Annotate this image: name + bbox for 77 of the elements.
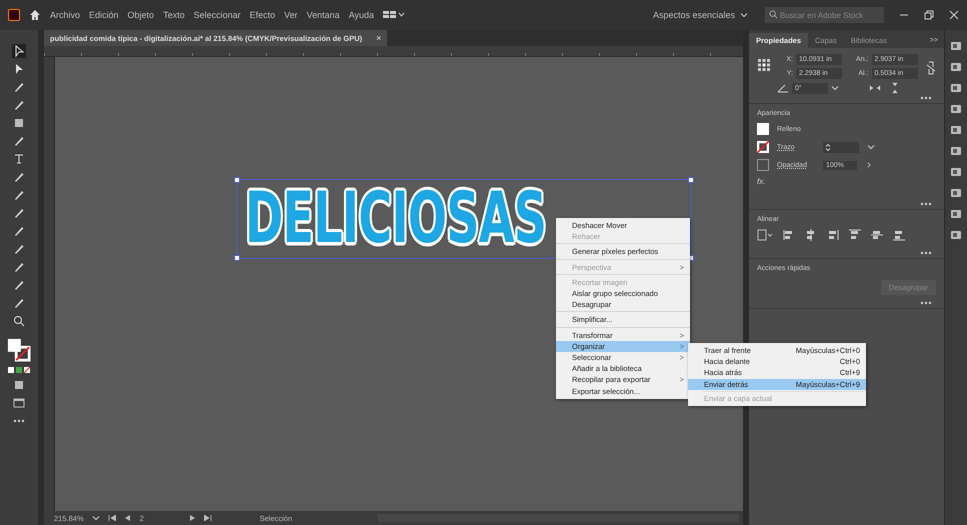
menu-item[interactable]: Ver: [284, 10, 298, 20]
menu-item[interactable]: Edición: [89, 10, 119, 20]
tool-icon[interactable]: [12, 296, 26, 310]
panel-icon[interactable]: [950, 187, 962, 199]
draw-mode-icon[interactable]: [12, 378, 26, 392]
restore-icon[interactable]: [924, 10, 934, 20]
previous-artboard-icon[interactable]: [124, 515, 132, 521]
search-icon: [765, 7, 780, 23]
menu-item[interactable]: Archivo: [50, 10, 80, 20]
workspace-dropdown[interactable]: Aspectos esenciales: [652, 10, 735, 20]
align-icon[interactable]: [805, 229, 817, 241]
workspace-switcher-icon[interactable]: [383, 10, 406, 20]
close-icon[interactable]: [949, 10, 959, 20]
reference-point-icon[interactable]: [757, 58, 771, 72]
selection-handle[interactable]: [234, 255, 240, 261]
selection-handle[interactable]: [234, 177, 240, 183]
search-field[interactable]: Buscar en Adobe Stock: [780, 7, 884, 23]
menu-item[interactable]: Ventana: [306, 10, 340, 20]
last-artboard-icon[interactable]: [204, 515, 212, 521]
align-icon[interactable]: [827, 229, 839, 241]
zoom-icon[interactable]: [12, 314, 26, 328]
more-options-icon[interactable]: [920, 96, 932, 100]
tool-icon[interactable]: [12, 188, 26, 202]
panel-icon[interactable]: [950, 61, 962, 73]
fill-swatch[interactable]: [757, 123, 769, 135]
artwork-text: DELICIOSAS: [245, 184, 546, 254]
panel-icon[interactable]: [950, 208, 962, 220]
panel-icon[interactable]: [950, 166, 962, 178]
more-options-icon[interactable]: [920, 301, 932, 305]
menu-item[interactable]: Texto: [163, 10, 185, 20]
next-artboard-icon[interactable]: [188, 515, 196, 521]
tool-icon[interactable]: [12, 260, 26, 274]
angle-icon: [777, 83, 789, 93]
selection-handle[interactable]: [688, 177, 694, 183]
panel-icon[interactable]: [950, 82, 962, 94]
first-artboard-icon[interactable]: [108, 515, 116, 521]
tool-icon[interactable]: [12, 80, 26, 94]
align-icon[interactable]: [871, 229, 883, 241]
tool-icon[interactable]: [12, 278, 26, 292]
tool-icon[interactable]: [12, 224, 26, 238]
stroke-swatch[interactable]: [757, 141, 769, 153]
tool-icon[interactable]: [12, 98, 26, 112]
fill-stroke-swatches-icon[interactable]: [7, 338, 31, 362]
tool-icon[interactable]: [12, 242, 26, 256]
stroke-weight-field[interactable]: [822, 142, 859, 152]
menu-item[interactable]: Seleccionar: [194, 10, 241, 20]
link-icon[interactable]: [926, 60, 936, 76]
type-tool-icon[interactable]: [12, 152, 26, 166]
app-logo-icon[interactable]: [8, 9, 20, 21]
more-options-icon[interactable]: [920, 251, 932, 255]
home-icon[interactable]: [29, 9, 41, 21]
opacity-icon: [757, 159, 769, 171]
align-icon[interactable]: [849, 229, 861, 241]
panel-icon[interactable]: [950, 103, 962, 115]
more-options-icon[interactable]: [920, 202, 932, 206]
panel-icon[interactable]: [950, 145, 962, 157]
square-icon[interactable]: [12, 116, 26, 130]
fx-button[interactable]: fx.: [757, 177, 936, 186]
menu-item[interactable]: Ayuda: [348, 10, 374, 20]
panel-icon[interactable]: [950, 124, 962, 136]
screen-mode-icon[interactable]: [12, 396, 26, 410]
menu-item[interactable]: Objeto: [128, 10, 154, 20]
tool-icon[interactable]: [12, 134, 26, 148]
align-icon[interactable]: [783, 229, 795, 241]
chevron-down-icon[interactable]: [92, 515, 100, 521]
menu-item[interactable]: Efecto: [250, 10, 276, 20]
tab-close-button[interactable]: ×: [376, 33, 382, 43]
chevron-down-icon[interactable]: [831, 85, 839, 91]
align-icon[interactable]: [893, 229, 905, 241]
panel-icon[interactable]: [950, 229, 962, 241]
panel-icon[interactable]: [950, 40, 962, 52]
chevron-down-icon[interactable]: [866, 144, 875, 150]
chevron-down-icon[interactable]: [740, 12, 748, 18]
tool-icon[interactable]: [12, 206, 26, 220]
tool-icon[interactable]: [12, 170, 26, 184]
color-mode-icon[interactable]: [6, 366, 32, 374]
align-to-icon[interactable]: [757, 229, 773, 241]
